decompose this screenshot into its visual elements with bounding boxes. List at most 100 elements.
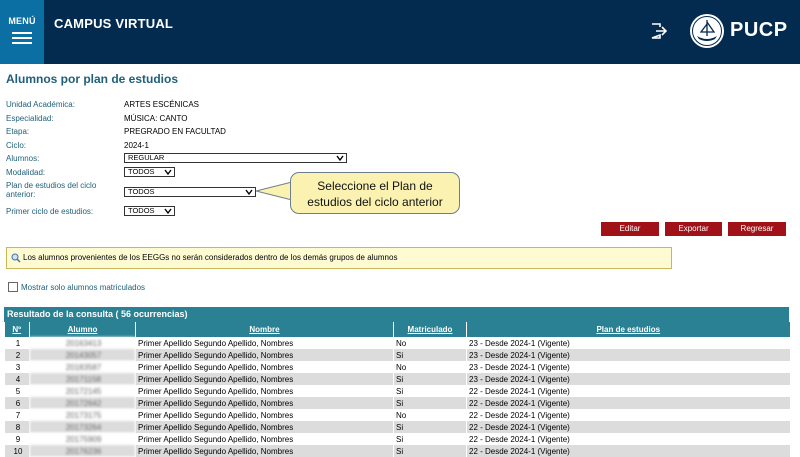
hamburger-icon: [12, 32, 32, 44]
cell-matriculado: Si: [393, 385, 467, 397]
pucp-seal-icon: [690, 14, 724, 48]
table-row: 8 20173264 Primer Apellido Segundo Apellid…: [4, 421, 790, 433]
alumnos-select[interactable]: REGULAR: [124, 153, 347, 163]
cell-num: 6: [4, 397, 30, 409]
table-row: 6 20172642 Primer Apellido Segundo Apellid…: [4, 397, 790, 409]
cell-nombre: Primer Apellido Segundo Apellido, Nombre…: [135, 409, 394, 421]
cell-alumno: 20172642: [29, 397, 136, 409]
cell-num: 7: [4, 409, 30, 421]
logout-icon[interactable]: [650, 22, 668, 40]
especialidad-label: Especialidad:: [6, 114, 54, 123]
cell-plan: 23 - Desde 2024-1 (Vigente): [466, 361, 790, 373]
cell-plan: 23 - Desde 2024-1 (Vigente): [466, 337, 790, 349]
cell-plan: 22 - Desde 2024-1 (Vigente): [466, 421, 790, 433]
cell-num: 2: [4, 349, 30, 361]
cell-nombre: Primer Apellido Segundo Apellido, Nombre…: [135, 397, 394, 409]
cell-alumno: 20173264: [29, 421, 136, 433]
menu-button[interactable]: MENÚ: [0, 0, 44, 64]
cell-num: 10: [4, 445, 30, 457]
chevron-down-icon: [164, 169, 172, 176]
col-matriculado[interactable]: Matriculado: [393, 322, 467, 337]
cell-plan: 23 - Desde 2024-1 (Vigente): [466, 373, 790, 385]
etapa-value: PREGRADO EN FACULTAD: [124, 127, 226, 136]
edit-button[interactable]: Editar: [601, 222, 659, 236]
cell-plan: 22 - Desde 2024-1 (Vigente): [466, 433, 790, 445]
cell-nombre: Primer Apellido Segundo Apellido, Nombre…: [135, 337, 394, 349]
cell-matriculado: No: [393, 409, 467, 421]
cell-alumno: 20163413: [29, 337, 136, 349]
results-header: Resultado de la consulta ( 56 ocurrencia…: [4, 307, 789, 322]
info-notice: Los alumnos provenientes de los EEGGs no…: [6, 247, 672, 269]
cell-nombre: Primer Apellido Segundo Apellido, Nombre…: [135, 349, 394, 361]
cell-matriculado: Si: [393, 397, 467, 409]
export-button[interactable]: Exportar: [665, 222, 722, 236]
cell-plan: 22 - Desde 2024-1 (Vigente): [466, 409, 790, 421]
top-bar: MENÚ CAMPUS VIRTUAL PUCP: [0, 0, 800, 64]
plan-label-line1: Plan de estudios del ciclo: [6, 181, 97, 190]
cell-plan: 22 - Desde 2024-1 (Vigente): [466, 397, 790, 409]
notice-text: Los alumnos provenientes de los EEGGs no…: [23, 253, 398, 262]
cell-num: 9: [4, 433, 30, 445]
cell-plan: 22 - Desde 2024-1 (Vigente): [466, 385, 790, 397]
cell-nombre: Primer Apellido Segundo Apellido, Nombre…: [135, 433, 394, 445]
cell-matriculado: No: [393, 337, 467, 349]
col-plan[interactable]: Plan de estudios: [466, 322, 790, 337]
chevron-down-icon: [164, 208, 172, 215]
table-row: 1 20163413 Primer Apellido Segundo Apellid…: [4, 337, 790, 349]
menu-label: MENÚ: [8, 16, 36, 26]
cell-num: 4: [4, 373, 30, 385]
cell-alumno: 20143057: [29, 349, 136, 361]
callout-line1: Seleccione el Plan de: [317, 179, 433, 193]
alumnos-label: Alumnos:: [6, 154, 40, 163]
cell-alumno: 20175909: [29, 433, 136, 445]
cell-matriculado: No: [393, 361, 467, 373]
col-alumno[interactable]: Alumno: [29, 322, 136, 337]
cell-matriculado: Si: [393, 445, 467, 457]
plan-label-line2: anterior:: [6, 190, 36, 199]
col-nombre[interactable]: Nombre: [135, 322, 394, 337]
table-row: 7 20173175 Primer Apellido Segundo Apellid…: [4, 409, 790, 421]
only-enrolled-checkbox[interactable]: [8, 282, 18, 292]
primer-ciclo-select-value: TODOS: [128, 206, 155, 215]
magnifier-info-icon: [11, 253, 21, 263]
cell-matriculado: Si: [393, 421, 467, 433]
primer-ciclo-select[interactable]: TODOS: [124, 206, 175, 216]
cell-num: 5: [4, 385, 30, 397]
cell-alumno: 20172145: [29, 385, 136, 397]
ciclo-label: Ciclo:: [6, 141, 27, 150]
brand-logo: PUCP: [730, 19, 788, 41]
chevron-down-icon: [336, 155, 344, 162]
table-header-row: Nº Alumno Nombre Matriculado Plan de est…: [4, 322, 790, 337]
cell-matriculado: Si: [393, 349, 467, 361]
back-button[interactable]: Regresar: [728, 222, 786, 236]
cell-num: 3: [4, 361, 30, 373]
cell-nombre: Primer Apellido Segundo Apellido, Nombre…: [135, 361, 394, 373]
modalidad-select[interactable]: TODOS: [124, 167, 175, 177]
col-num: Nº: [4, 322, 30, 337]
page-title: Alumnos por plan de estudios: [6, 72, 179, 86]
only-enrolled-label[interactable]: Mostrar solo alumnos matriculados: [21, 283, 145, 292]
table-row: 10 20176236 Primer Apellido Segundo Apelli…: [4, 445, 790, 457]
unidad-label: Unidad Académica:: [6, 100, 75, 109]
cell-nombre: Primer Apellido Segundo Apellido, Nombre…: [135, 421, 394, 433]
callout-line2: estudios del ciclo anterior: [307, 195, 443, 209]
table-row: 4 20171158 Primer Apellido Segundo Apellid…: [4, 373, 790, 385]
app-title: CAMPUS VIRTUAL: [54, 16, 174, 31]
primer-ciclo-label: Primer ciclo de estudios:: [6, 207, 94, 216]
plan-label: Plan de estudios del ciclo anterior:: [6, 181, 96, 199]
cell-nombre: Primer Apellido Segundo Apellido, Nombre…: [135, 373, 394, 385]
unidad-value: ARTES ESCÉNICAS: [124, 100, 199, 109]
cell-alumno: 20176236: [29, 445, 136, 457]
plan-select-value: TODOS: [128, 187, 155, 196]
table-row: 5 20172145 Primer Apellido Segundo Apellid…: [4, 385, 790, 397]
cell-alumno: 20183587: [29, 361, 136, 373]
cell-nombre: Primer Apellido Segundo Apellido, Nombre…: [135, 445, 394, 457]
cell-matriculado: Si: [393, 433, 467, 445]
cell-matriculado: Si: [393, 373, 467, 385]
table-row: 3 20183587 Primer Apellido Segundo Apellid…: [4, 361, 790, 373]
ciclo-value: 2024-1: [124, 141, 149, 150]
chevron-down-icon: [245, 189, 253, 196]
plan-select[interactable]: TODOS: [124, 187, 256, 197]
modalidad-select-value: TODOS: [128, 167, 155, 176]
cell-nombre: Primer Apellido Segundo Apellido, Nombre…: [135, 385, 394, 397]
